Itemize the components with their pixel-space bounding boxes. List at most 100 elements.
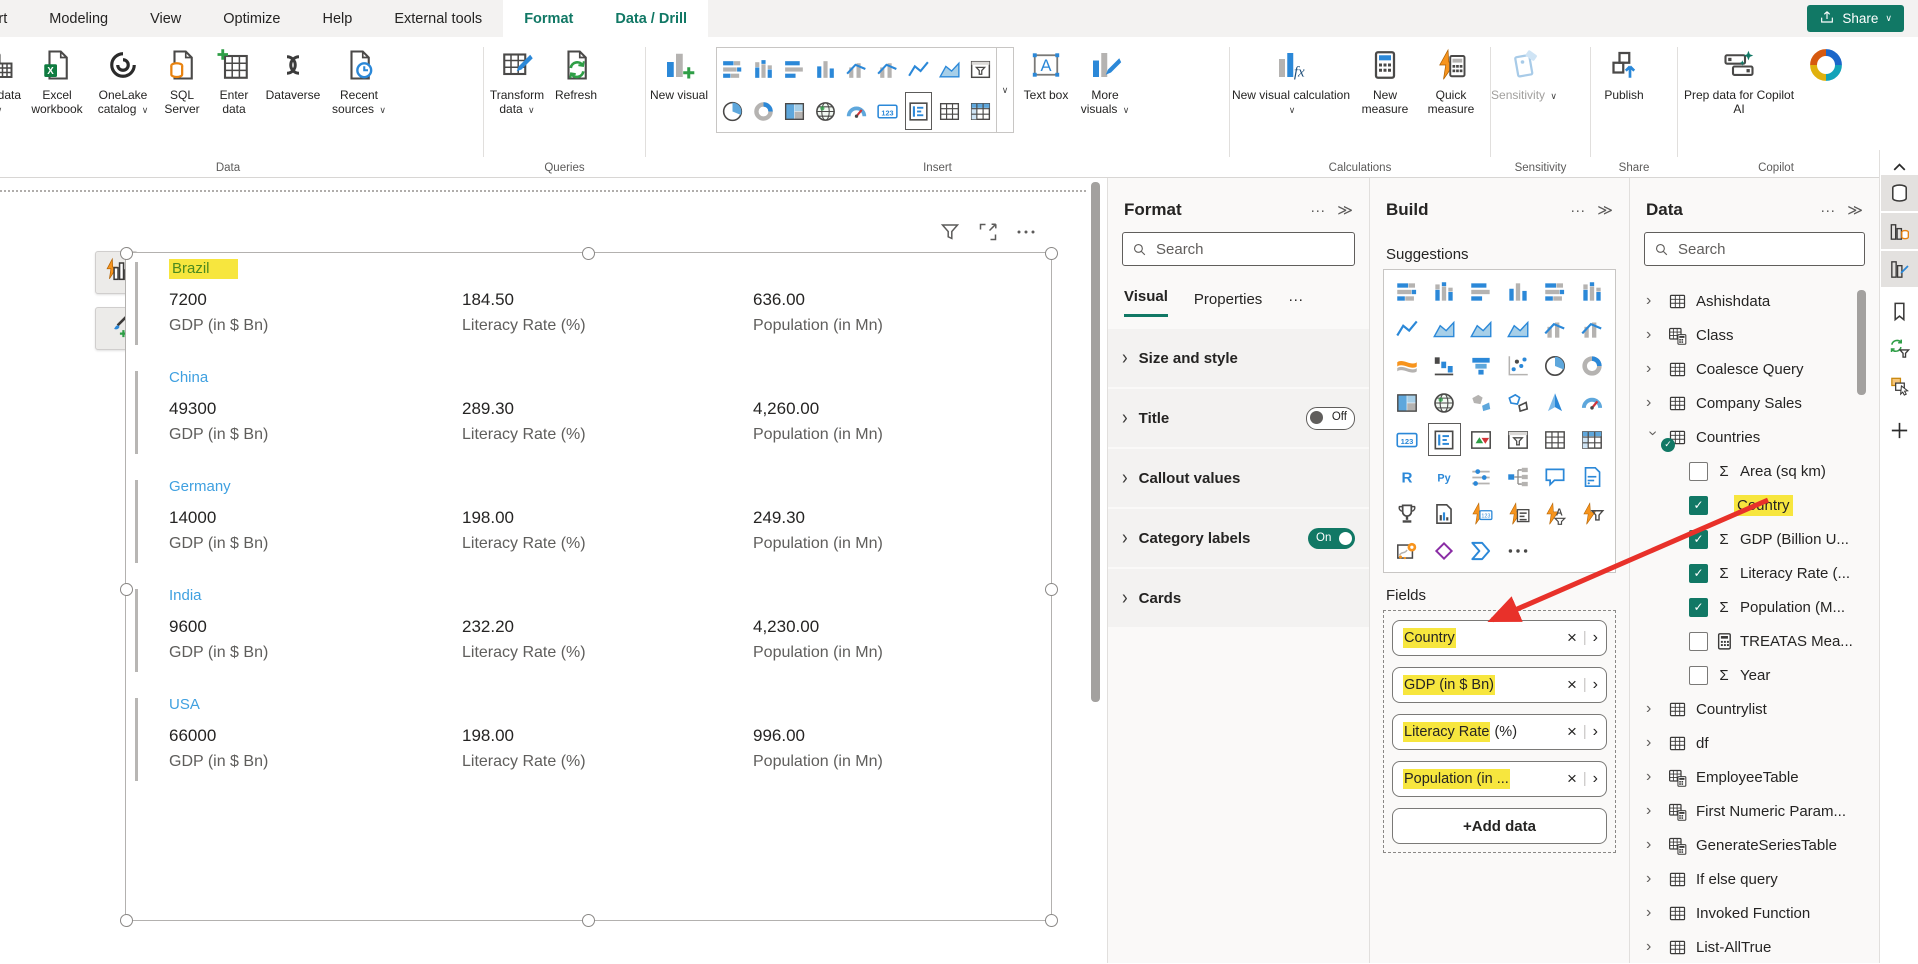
map-icon[interactable] bbox=[1426, 384, 1463, 421]
multi-row-card-icon[interactable] bbox=[903, 90, 934, 132]
field-well-population-in-[interactable]: Population (in ...×|› bbox=[1392, 761, 1607, 797]
data-pane-scrollbar[interactable] bbox=[1857, 290, 1866, 395]
metrics-icon[interactable] bbox=[1389, 495, 1426, 532]
multi-row-card-visual[interactable]: Brazil7200GDP (in $ Bn)184.50Literacy Ra… bbox=[125, 252, 1052, 921]
funnel-chart-icon[interactable] bbox=[1463, 347, 1500, 384]
smart-narrative-icon[interactable] bbox=[1574, 458, 1611, 495]
card-row-usa[interactable]: USA66000GDP (in $ Bn)198.00Literacy Rate… bbox=[126, 696, 1051, 791]
dataverse-button[interactable]: Dataverse bbox=[260, 44, 326, 102]
arcgis-map-icon[interactable] bbox=[1389, 532, 1426, 569]
more-options-icon[interactable] bbox=[1014, 220, 1038, 244]
share-button[interactable]: Share ∨ bbox=[1807, 5, 1904, 32]
selection-handle[interactable] bbox=[120, 583, 133, 596]
card-row-india[interactable]: India9600GDP (in $ Bn)232.20Literacy Rat… bbox=[126, 587, 1051, 682]
sql-server-button[interactable]: SQL Server bbox=[156, 44, 208, 116]
stacked-area-chart-icon[interactable] bbox=[1463, 310, 1500, 347]
line-chart-icon[interactable] bbox=[1389, 310, 1426, 347]
format-search-input[interactable] bbox=[1154, 240, 1346, 259]
format-section-callout-values[interactable]: ›Callout values bbox=[1108, 449, 1369, 507]
map-icon[interactable] bbox=[810, 90, 841, 132]
decomposition-tree-icon[interactable] bbox=[1500, 458, 1537, 495]
clustered-column-chart-icon[interactable] bbox=[810, 48, 841, 90]
field-checkbox[interactable] bbox=[1689, 632, 1708, 651]
more-visuals-button[interactable]: More visuals ∨ bbox=[1072, 44, 1138, 117]
new-measure-button[interactable]: New measure bbox=[1352, 44, 1418, 116]
clustered-bar-chart-icon[interactable] bbox=[779, 48, 810, 90]
kpi-icon[interactable] bbox=[1463, 421, 1500, 458]
onelake-catalog-button[interactable]: OneLake catalog ∨ bbox=[90, 44, 156, 117]
line-and-clustered-column-chart-icon[interactable] bbox=[872, 48, 903, 90]
treemap-icon[interactable] bbox=[1389, 384, 1426, 421]
field-treatas-mea-[interactable]: TREATAS Mea... bbox=[1630, 624, 1879, 658]
azure-map-icon[interactable] bbox=[1537, 384, 1574, 421]
table-first-numeric-param-[interactable]: ›First Numeric Param... bbox=[1630, 794, 1879, 828]
selection-pane-icon[interactable] bbox=[1881, 370, 1918, 400]
menu-item-view[interactable]: View bbox=[129, 0, 202, 37]
format-tab-properties[interactable]: Properties bbox=[1194, 291, 1262, 317]
canvas-scrollbar[interactable] bbox=[1091, 182, 1100, 702]
waterfall-chart-icon[interactable] bbox=[1426, 347, 1463, 384]
more-visual-types-icon[interactable] bbox=[1500, 532, 1537, 569]
expand-chevron-icon[interactable]: › bbox=[1646, 326, 1659, 344]
expand-chevron-icon[interactable]: › bbox=[1646, 802, 1659, 820]
100-stacked-bar-chart-icon[interactable] bbox=[1537, 273, 1574, 310]
line-and-stacked-column-chart-icon[interactable] bbox=[841, 48, 872, 90]
add-data-button[interactable]: +Add data bbox=[1392, 808, 1607, 844]
stacked-column-chart-icon[interactable] bbox=[748, 48, 779, 90]
card-row-china[interactable]: China49300GDP (in $ Bn)289.30Literacy Ra… bbox=[126, 369, 1051, 464]
new-visual-calculation-button[interactable]: fxNew visual calculation ∨ bbox=[1230, 44, 1352, 117]
more-options-icon[interactable]: ··· bbox=[1570, 202, 1585, 219]
table-generateseriestable[interactable]: ›GenerateSeriesTable bbox=[1630, 828, 1879, 862]
card-icon[interactable]: 123 bbox=[872, 90, 903, 132]
donut-chart-icon[interactable] bbox=[748, 90, 779, 132]
clustered-column-chart-icon[interactable] bbox=[1500, 273, 1537, 310]
selection-handle[interactable] bbox=[120, 914, 133, 927]
slicer-icon[interactable] bbox=[1500, 421, 1537, 458]
collapse-pane-icon[interactable]: ≫ bbox=[1847, 201, 1863, 219]
expand-chevron-icon[interactable]: › bbox=[1646, 836, 1659, 854]
r-script-visual-icon[interactable]: R bbox=[1389, 458, 1426, 495]
multi-row-card-icon[interactable] bbox=[1426, 421, 1463, 458]
paginated-report-icon[interactable] bbox=[1426, 495, 1463, 532]
selection-handle[interactable] bbox=[1045, 914, 1058, 927]
transform-data-button[interactable]: Transform data ∨ bbox=[484, 44, 550, 117]
table-if-else-query[interactable]: ›If else query bbox=[1630, 862, 1879, 896]
table-invoked-function[interactable]: ›Invoked Function bbox=[1630, 896, 1879, 930]
format-pane-icon[interactable] bbox=[1881, 250, 1918, 287]
table-countrylist[interactable]: ›Countrylist bbox=[1630, 692, 1879, 726]
card-row-brazil[interactable]: Brazil7200GDP (in $ Bn)184.50Literacy Ra… bbox=[126, 260, 1051, 355]
card-icon[interactable]: 123 bbox=[1389, 421, 1426, 458]
selection-handle[interactable] bbox=[120, 247, 133, 260]
area-chart-icon[interactable] bbox=[1426, 310, 1463, 347]
scatter-chart-icon[interactable] bbox=[1500, 347, 1537, 384]
qa-visual-icon[interactable] bbox=[1537, 458, 1574, 495]
100-stacked-area-chart-icon[interactable] bbox=[1500, 310, 1537, 347]
treemap-icon[interactable] bbox=[779, 90, 810, 132]
expand-chevron-icon[interactable]: › bbox=[1646, 734, 1659, 752]
card-row-germany[interactable]: Germany14000GDP (in $ Bn)198.00Literacy … bbox=[126, 478, 1051, 573]
get-data-button[interactable]: Get data ∨ bbox=[0, 44, 24, 117]
field-area-sq-km-[interactable]: ΣArea (sq km) bbox=[1630, 454, 1879, 488]
matrix-icon[interactable] bbox=[965, 90, 996, 132]
format-tab-[interactable]: ··· bbox=[1288, 291, 1303, 317]
build-pane-icon[interactable] bbox=[1881, 212, 1918, 249]
selection-handle[interactable] bbox=[582, 914, 595, 927]
filter-icon[interactable] bbox=[938, 220, 962, 244]
field-gdp-billion-u-[interactable]: ✓ΣGDP (Billion U... bbox=[1630, 522, 1879, 556]
more-options-icon[interactable]: ··· bbox=[1310, 202, 1325, 219]
field-well-country[interactable]: Country×|› bbox=[1392, 620, 1607, 656]
shape-map-icon[interactable] bbox=[1500, 384, 1537, 421]
format-section-category-labels[interactable]: ›Category labelsOn bbox=[1108, 509, 1369, 567]
100-stacked-column-chart-icon[interactable] bbox=[1574, 273, 1611, 310]
menu-item-optimize[interactable]: Optimize bbox=[202, 0, 301, 37]
remove-field-icon[interactable]: × bbox=[1567, 769, 1577, 789]
field-population-m-[interactable]: ✓ΣPopulation (M... bbox=[1630, 590, 1879, 624]
menu-item-insert[interactable]: Insert bbox=[0, 0, 28, 37]
expand-chevron-icon[interactable]: › bbox=[1646, 292, 1659, 310]
publish-button[interactable]: Publish bbox=[1591, 44, 1657, 102]
text-slicer-icon[interactable]: A bbox=[1537, 495, 1574, 532]
field-checkbox[interactable] bbox=[1689, 666, 1708, 685]
selection-handle[interactable] bbox=[1045, 583, 1058, 596]
gallery-expand-icon[interactable]: ∨ bbox=[996, 48, 1013, 132]
line-and-clustered-column-chart-icon[interactable] bbox=[1574, 310, 1611, 347]
